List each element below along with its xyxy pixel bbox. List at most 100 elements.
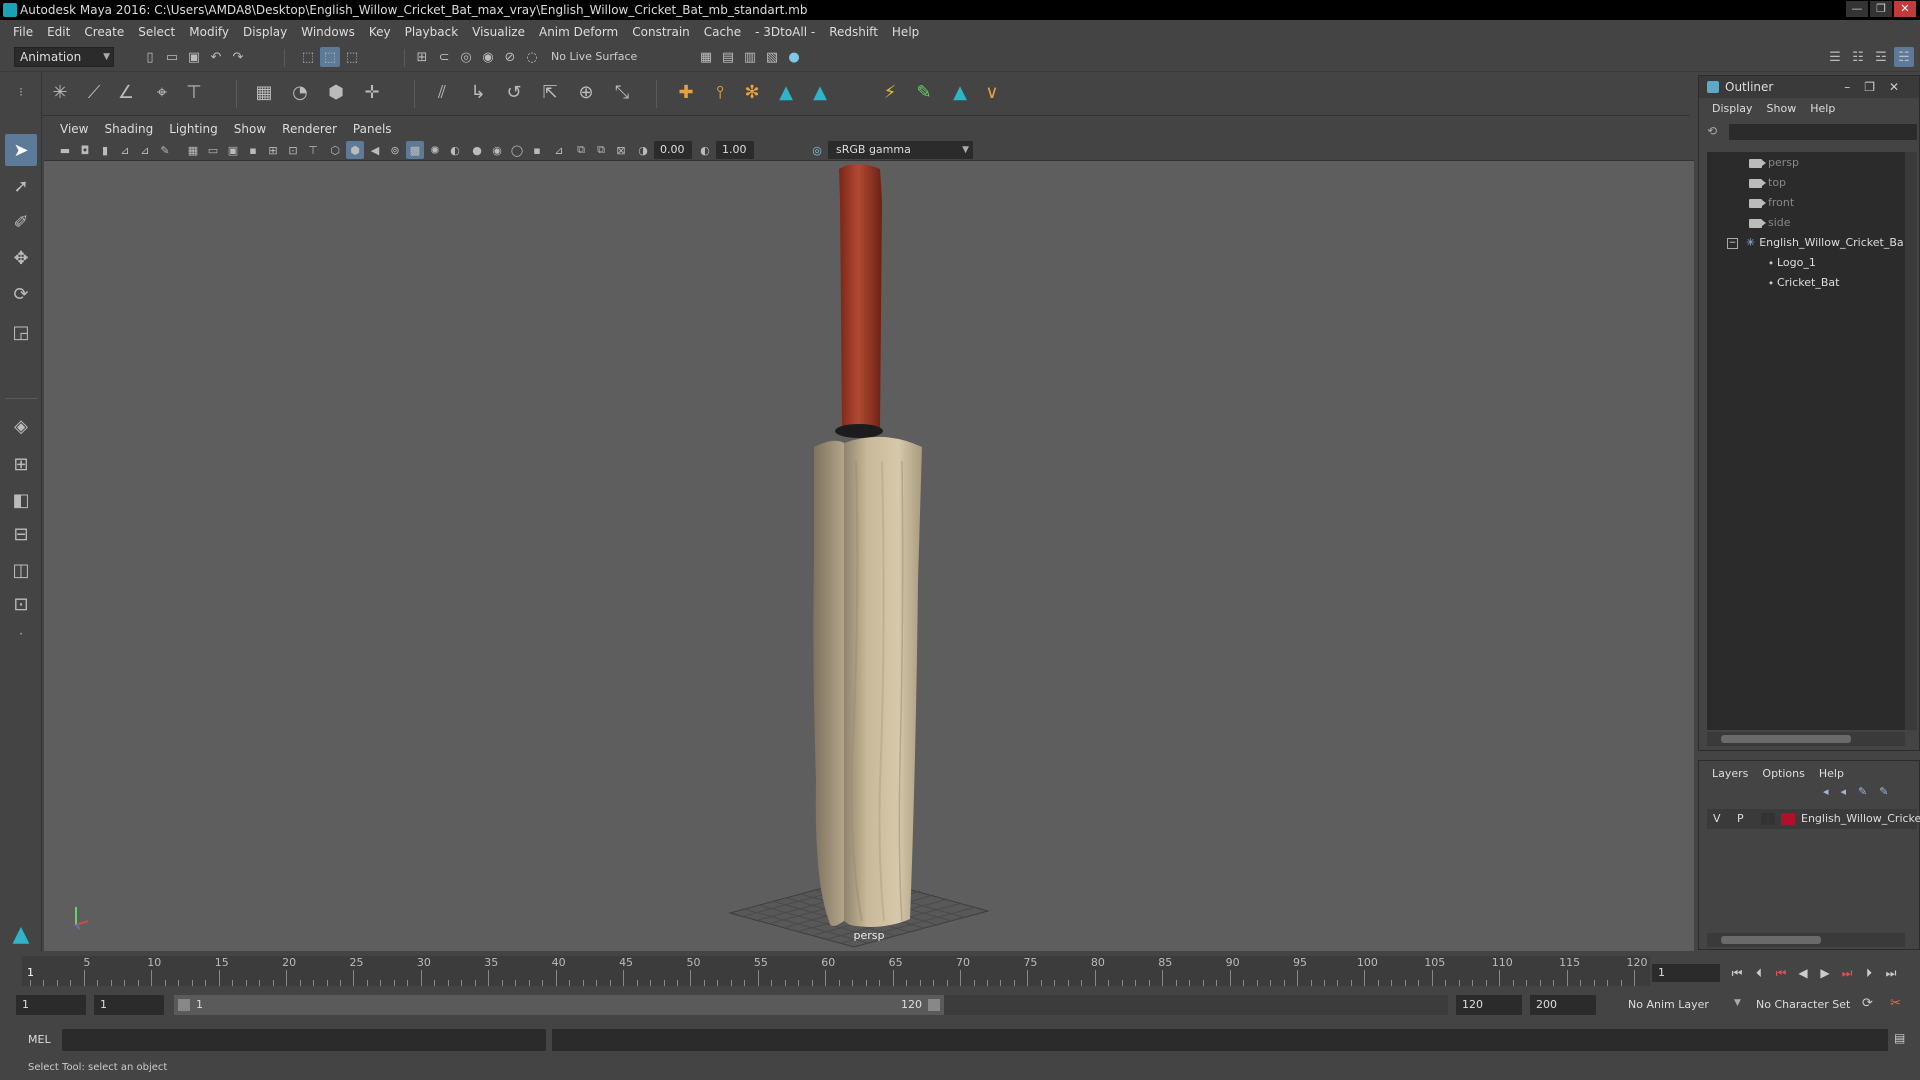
layer-color-swatch[interactable] <box>1781 813 1795 825</box>
snap-surface-icon[interactable]: ⊘ <box>500 47 520 67</box>
gate-mask-icon[interactable]: ▪ <box>244 141 262 159</box>
animation-preferences-icon[interactable]: ✂ <box>1890 996 1901 1011</box>
lattice-icon[interactable]: ▦ <box>250 78 278 106</box>
joint-orient-icon[interactable]: ⫯ <box>706 78 734 106</box>
color-management-icon[interactable]: ◎ <box>808 141 826 159</box>
restore-button[interactable]: ❐ <box>1870 1 1892 17</box>
field-chart-icon[interactable]: ⊞ <box>264 141 282 159</box>
hypershade-icon[interactable]: ● <box>784 47 804 67</box>
go-to-end-icon[interactable]: ⏭ <box>1882 964 1900 982</box>
persp-outliner-layout-icon[interactable]: ◧ <box>5 484 37 516</box>
layer-menu-help[interactable]: Help <box>1812 767 1851 780</box>
use-all-lights-icon[interactable]: ✺ <box>426 141 444 159</box>
scale-tool-icon[interactable]: ◲ <box>5 316 37 348</box>
menu-redshift[interactable]: Redshift <box>822 25 885 39</box>
v-tool-icon[interactable]: ∨ <box>978 78 1006 106</box>
step-forward-frame-icon[interactable]: ⏵ <box>1860 964 1878 982</box>
human-ik-icon[interactable]: ▲ <box>772 78 800 106</box>
render-settings-icon[interactable]: ▦ <box>696 47 716 67</box>
grid-icon[interactable]: ▦ <box>184 141 202 159</box>
menu-visualize[interactable]: Visualize <box>465 25 532 39</box>
scene-end-field[interactable]: 200 <box>1530 995 1596 1015</box>
panel-menu-show[interactable]: Show <box>226 122 274 136</box>
menu-anim-deform[interactable]: Anim Deform <box>532 25 625 39</box>
grease-pencil-icon[interactable]: ✎ <box>156 141 174 159</box>
playback-end-field[interactable]: 120 <box>1456 995 1522 1015</box>
outliner-item-logo[interactable]: ⬩ Logo_1 <box>1769 254 1816 272</box>
cluster-icon[interactable]: ◔ <box>286 78 314 106</box>
outliner-item-top[interactable]: top <box>1749 174 1786 192</box>
paint-weights-icon[interactable]: ⊤ <box>180 78 208 106</box>
menu-display[interactable]: Display <box>236 25 294 39</box>
screen-space-ao-icon[interactable]: ● <box>468 141 486 159</box>
menuset-dropdown[interactable]: Animation ▼ <box>14 47 114 67</box>
orient-constraint-icon[interactable]: ↺ <box>500 78 528 106</box>
outliner-menu-show[interactable]: Show <box>1760 102 1804 115</box>
ipr-render-icon[interactable]: ▥ <box>740 47 760 67</box>
menu-help[interactable]: Help <box>885 25 926 39</box>
scrollbar-thumb[interactable] <box>1721 735 1851 743</box>
play-forwards-icon[interactable]: ▶ <box>1816 964 1834 982</box>
ik-handle-icon[interactable]: ⟋ <box>80 78 108 106</box>
outliner-item-side[interactable]: side <box>1749 214 1791 232</box>
tool-settings-icon[interactable]: ☲ <box>1871 47 1891 67</box>
gamma-icon[interactable]: ◐ <box>696 141 714 159</box>
close-button[interactable]: ✕ <box>1894 1 1916 17</box>
wireframe-icon[interactable]: ⬡ <box>326 141 344 159</box>
menu-file[interactable]: File <box>6 25 40 39</box>
layer-menu-layers[interactable]: Layers <box>1705 767 1755 780</box>
xray-icon[interactable]: ⧉ <box>572 141 590 159</box>
paint-select-icon[interactable]: ✐ <box>5 206 37 238</box>
film-gate-icon[interactable]: ▭ <box>204 141 222 159</box>
render-frame-icon[interactable]: ▤ <box>718 47 738 67</box>
anim-layer-dropdown[interactable]: No Anim Layer <box>1622 995 1742 1015</box>
menu-constrain[interactable]: Constrain <box>625 25 697 39</box>
go-to-start-icon[interactable]: ⏮ <box>1728 964 1746 982</box>
depth-of-field-icon[interactable]: ▪ <box>528 141 546 159</box>
outliner-vertical-scrollbar[interactable] <box>1905 152 1917 730</box>
quick-rig-icon[interactable]: ⚡ <box>876 78 904 106</box>
move-tool-icon[interactable]: ✥ <box>5 242 37 274</box>
snap-point-icon[interactable]: ◎ <box>456 47 476 67</box>
auto-key-icon[interactable]: ⟳ <box>1862 996 1873 1011</box>
parent-constraint-icon[interactable]: ⫽ <box>428 78 456 106</box>
menu-3dtoall[interactable]: - 3DtoAll - <box>748 25 822 39</box>
joint-tool-icon[interactable]: ✳ <box>46 78 74 106</box>
range-end-handle[interactable] <box>928 999 940 1011</box>
character-controls-icon[interactable]: ▲ <box>806 78 834 106</box>
snap-icon[interactable]: ◌ <box>522 47 542 67</box>
safe-action-icon[interactable]: ⊡ <box>284 141 302 159</box>
exposure-field[interactable]: 0.00 <box>654 141 692 159</box>
menu-select[interactable]: Select <box>131 25 182 39</box>
step-back-frame-icon[interactable]: ⏴ <box>1750 964 1768 982</box>
panel-menu-view[interactable]: View <box>52 122 96 136</box>
playback-start-field[interactable]: 1 <box>94 995 164 1015</box>
layer-playback-toggle[interactable]: P <box>1737 809 1744 829</box>
character-set-dropdown[interactable]: No Character Set <box>1750 995 1878 1015</box>
ik-spline-icon[interactable]: ∠ <box>112 78 140 106</box>
single-perspective-layout-icon[interactable]: ◈ <box>5 410 37 442</box>
select-object-icon[interactable]: ⬚ <box>320 47 340 67</box>
aim-constraint-icon[interactable]: ⊕ <box>572 78 600 106</box>
perspective-viewport[interactable]: persp <box>44 161 1694 951</box>
outliner-item-group[interactable]: − ✳ English_Willow_Cricket_Ba <box>1727 234 1904 252</box>
hypershade-layout-icon[interactable]: ◫ <box>5 554 37 586</box>
exposure-icon[interactable]: ◑ <box>634 141 652 159</box>
attribute-editor-icon[interactable]: ☷ <box>1848 47 1868 67</box>
blend-shape-icon[interactable]: ✛ <box>358 78 386 106</box>
outliner-menu-help[interactable]: Help <box>1803 102 1842 115</box>
outliner-horizontal-scrollbar[interactable] <box>1707 732 1905 746</box>
snap-view-plane-icon[interactable]: ◉ <box>478 47 498 67</box>
range-bar[interactable]: 1 120 <box>174 995 944 1015</box>
open-scene-icon[interactable]: ▭ <box>162 47 182 67</box>
layer-name[interactable]: English_Willow_Cricke <box>1801 809 1920 829</box>
wireframe-on-shaded-icon[interactable]: ⊚ <box>386 141 404 159</box>
layer-row[interactable]: V P English_Willow_Cricke <box>1707 809 1920 829</box>
redo-icon[interactable]: ↷ <box>228 47 248 67</box>
select-camera-icon[interactable]: ▬ <box>56 141 74 159</box>
xray-active-components-icon[interactable]: ⧉ <box>592 141 610 159</box>
panel-menu-shading[interactable]: Shading <box>96 122 161 136</box>
panel-menu-renderer[interactable]: Renderer <box>274 122 345 136</box>
menu-cache[interactable]: Cache <box>697 25 748 39</box>
point-constraint-icon[interactable]: ↳ <box>464 78 492 106</box>
